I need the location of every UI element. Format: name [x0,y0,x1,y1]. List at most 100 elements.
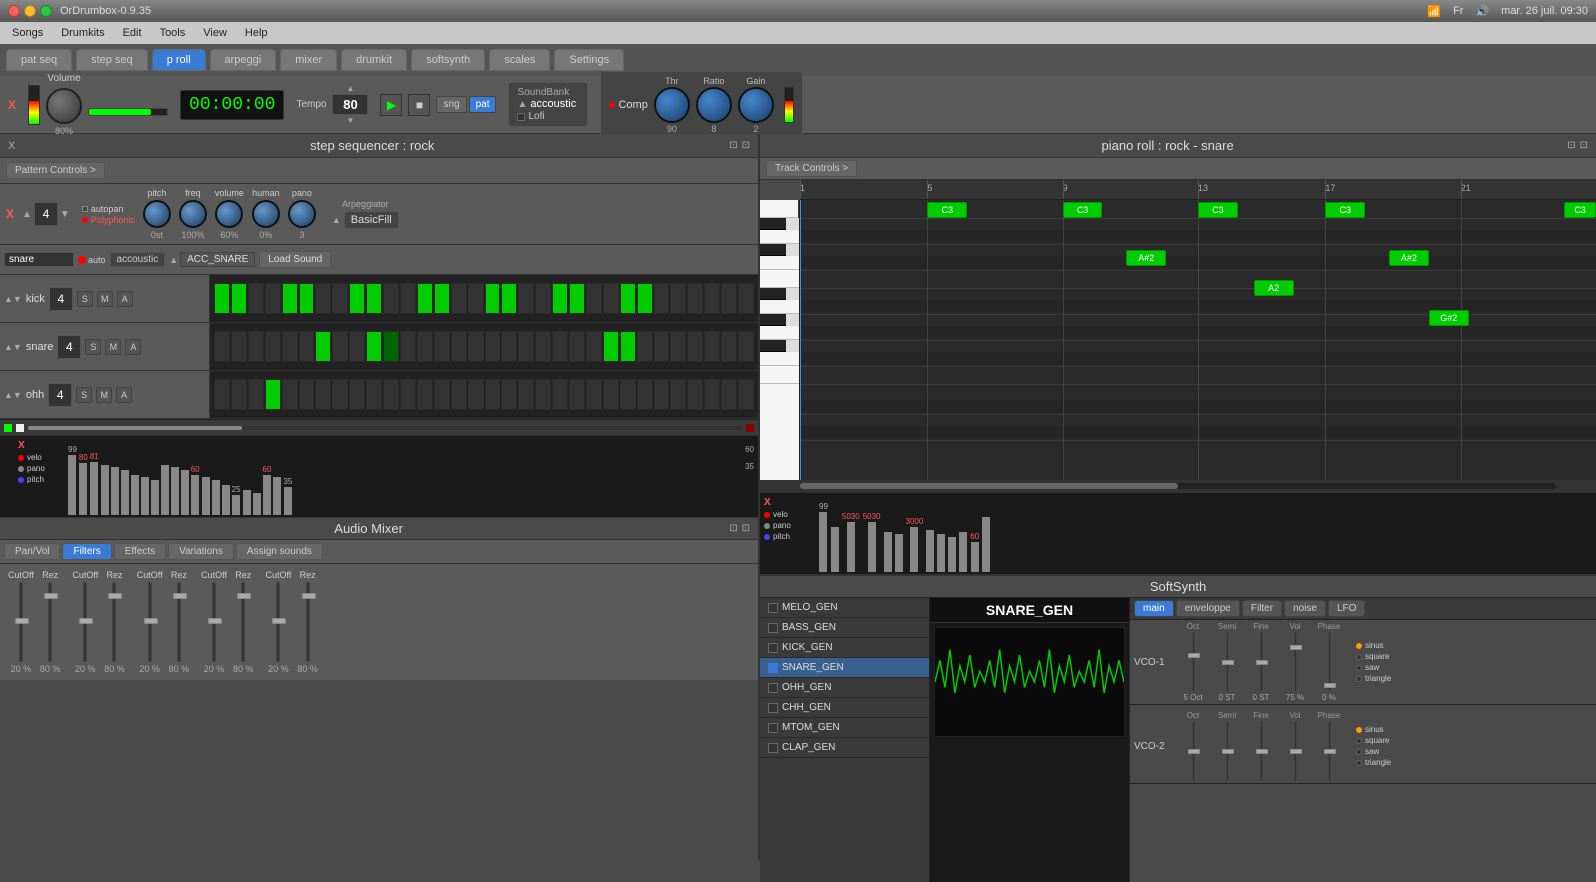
stepseq-collapse[interactable]: ⊡ [742,140,750,151]
transport-close[interactable]: X [8,98,16,112]
vel-close-x[interactable]: X [18,440,45,451]
seq-cell[interactable] [721,331,737,362]
vco2-wave-dot-saw[interactable] [1356,749,1362,755]
seq-cell[interactable] [315,331,331,362]
seq-cell[interactable] [535,379,551,410]
seq-cell[interactable] [485,331,501,362]
seq-cell[interactable] [518,283,534,314]
cutoff-thumb-1[interactable] [15,618,29,624]
wave-dot-triangle[interactable] [1356,676,1362,682]
seq-cell[interactable] [654,379,670,410]
seq-cell[interactable] [670,331,686,362]
tab-pat-seq[interactable]: pat seq [6,49,72,71]
seq-cell[interactable] [417,331,433,362]
vco2-phase-fader[interactable] [1328,721,1331,781]
vco2-semi-fader[interactable] [1226,721,1229,781]
tab-step-seq[interactable]: step seq [76,49,148,71]
seq-cell[interactable] [383,331,399,362]
ohh-checkbox[interactable] [768,683,778,693]
seq-cell[interactable] [687,283,703,314]
pattern-controls-button[interactable]: Pattern Controls > [6,162,105,179]
snare-a-btn[interactable]: A [125,339,141,355]
seq-cell[interactable] [434,379,450,410]
vco1-oct-fader[interactable] [1192,632,1195,692]
kick-a-btn[interactable]: A [117,291,133,307]
piano-roll-grid[interactable]: C3 C3 C3 C3 C3 A#2 A#2 A2 G#2 [800,200,1596,480]
menu-view[interactable]: View [195,25,235,41]
cutoff-thumb-3[interactable] [144,618,158,624]
seq-cell[interactable] [586,331,602,362]
wave-dot-square[interactable] [1356,654,1362,660]
seq-cell[interactable] [552,283,568,314]
synth-item-ohh[interactable]: OHH_GEN [760,678,929,698]
track-name-input[interactable] [4,252,74,267]
vco1-phase-thumb[interactable] [1324,683,1336,688]
seq-cell[interactable] [637,379,653,410]
volume-seq-knob[interactable] [215,200,243,228]
seq-cell[interactable] [518,331,534,362]
seq-cell[interactable] [603,283,619,314]
seq-cell[interactable] [434,283,450,314]
seq-cell[interactable] [603,379,619,410]
seq-cell[interactable] [468,283,484,314]
pr-note-c3-2[interactable]: C3 [1063,202,1103,218]
piano-key-black[interactable] [760,314,786,326]
kick-s-btn[interactable]: S [77,291,93,307]
bass-checkbox[interactable] [768,623,778,633]
tab-softsynth[interactable]: softsynth [411,49,485,71]
tab-arpeggi[interactable]: arpeggi [210,49,277,71]
seq-cell[interactable] [468,379,484,410]
play-button[interactable]: ▶ [380,94,402,116]
seq-cell[interactable] [451,379,467,410]
seq-cell[interactable] [654,331,670,362]
piano-key-white[interactable] [760,230,799,244]
menu-tools[interactable]: Tools [152,25,194,41]
seq-cell[interactable] [586,283,602,314]
seq-cell[interactable] [468,331,484,362]
volume-knob[interactable] [46,88,82,124]
seq-cell[interactable] [299,331,315,362]
synth-item-snare[interactable]: SNARE_GEN [760,658,929,678]
seq-cell[interactable] [400,331,416,362]
arpeggiator-value[interactable]: BasicFill [344,211,399,229]
vco2-phase-thumb[interactable] [1324,749,1336,754]
tab-panvol[interactable]: Pan/Vol [4,543,60,560]
pr-note-as2-1[interactable]: A#2 [1126,250,1166,266]
piano-roll-scrollbar[interactable] [760,480,1596,492]
tempo-value[interactable]: 80 [332,94,368,115]
seq-cell[interactable] [501,379,517,410]
seq-cell[interactable] [738,283,754,314]
sng-button[interactable]: sng [436,96,466,113]
tab-scales[interactable]: scales [489,49,550,71]
pr-scroll-thumb[interactable] [800,483,1178,489]
pr-scroll-track[interactable] [800,483,1556,489]
rez-thumb-2[interactable] [108,593,122,599]
seq-cell[interactable] [485,283,501,314]
seq-cell[interactable] [620,283,636,314]
seq-cell[interactable] [400,379,416,410]
pr-expand[interactable]: ⊡ [1567,140,1575,151]
tab-settings[interactable]: Settings [554,49,624,71]
tab-assign-sounds[interactable]: Assign sounds [236,543,323,560]
thr-knob[interactable] [654,87,690,123]
rez-thumb-1[interactable] [44,593,58,599]
seq-cell[interactable] [687,379,703,410]
snare-checkbox[interactable] [768,663,778,673]
seq-cell[interactable] [248,379,264,410]
pr-note-c3-1[interactable]: C3 [927,202,967,218]
menu-songs[interactable]: Songs [4,25,51,41]
pr-note-as2-2[interactable]: A#2 [1389,250,1429,266]
vco2-wave-sinus[interactable]: sinus [1356,725,1391,734]
chh-checkbox[interactable] [768,703,778,713]
seq-cell[interactable] [637,331,653,362]
synth-tab-main[interactable]: main [1134,600,1174,617]
pr-note-c3-3[interactable]: C3 [1198,202,1238,218]
seq-cell[interactable] [299,379,315,410]
seq-cell[interactable] [417,379,433,410]
rez-thumb-4[interactable] [237,593,251,599]
menu-help[interactable]: Help [237,25,276,41]
tab-p-roll[interactable]: p roll [152,49,206,71]
synth-tab-filter[interactable]: Filter [1242,600,1282,617]
vco2-wave-dot-square[interactable] [1356,738,1362,744]
mixer-collapse[interactable]: ⊡ [742,523,750,534]
